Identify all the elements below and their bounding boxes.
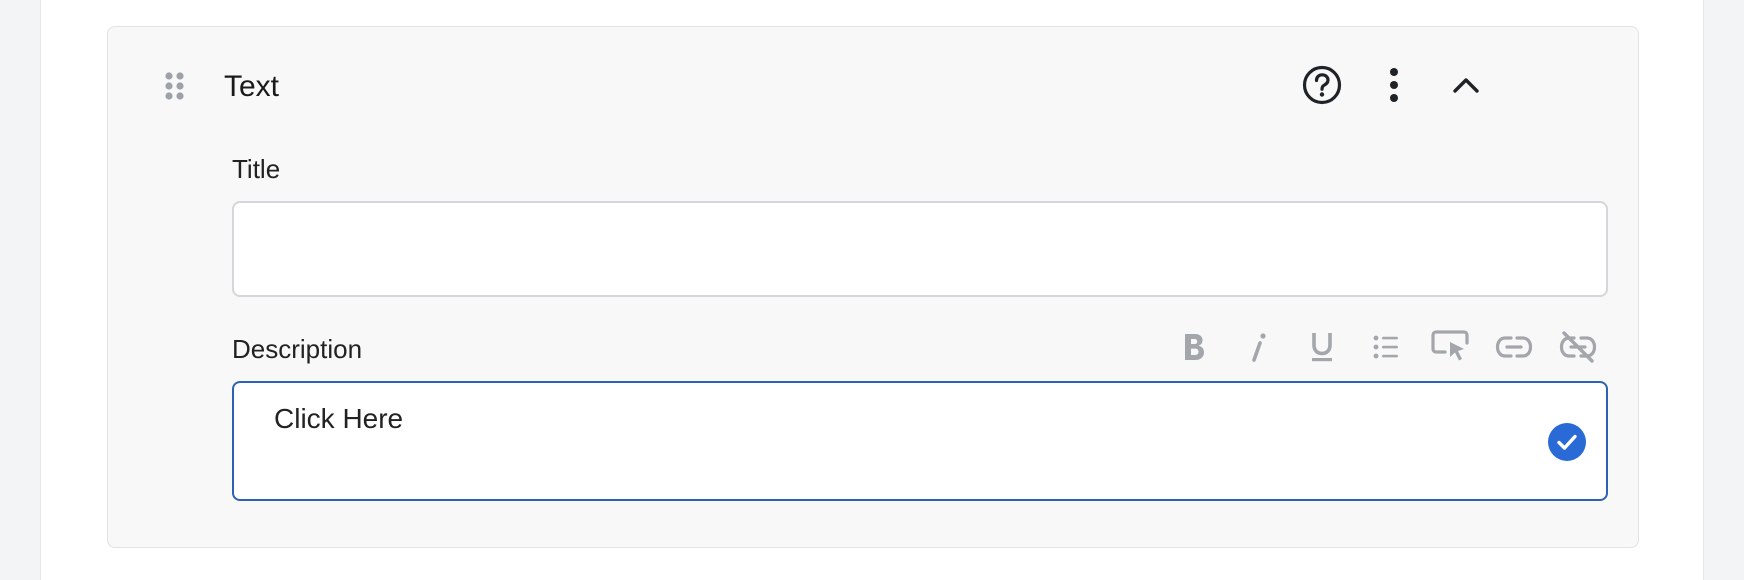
bold-button[interactable] <box>1162 327 1226 371</box>
check-circle-icon <box>1548 423 1586 461</box>
bullet-list-icon <box>1372 333 1400 366</box>
more-vertical-icon <box>1388 67 1400 108</box>
bold-icon <box>1181 331 1207 368</box>
text-block-card: Text Title Description Click Here <box>107 26 1639 548</box>
unlink-icon <box>1558 330 1598 368</box>
cta-button-icon <box>1431 329 1469 369</box>
more-options-button[interactable] <box>1370 63 1418 111</box>
page-content: Text Title Description Click Here <box>40 0 1704 580</box>
chevron-up-icon <box>1452 76 1480 99</box>
italic-icon <box>1248 331 1268 368</box>
drag-handle-icon[interactable] <box>164 71 186 107</box>
description-editor[interactable]: Click Here <box>232 381 1608 501</box>
cta-button-insert[interactable] <box>1418 327 1482 371</box>
underline-button[interactable] <box>1290 327 1354 371</box>
link-icon <box>1495 335 1533 364</box>
description-text[interactable]: Click Here <box>274 401 403 437</box>
help-circle-icon <box>1302 65 1342 110</box>
block-title: Text <box>224 70 280 103</box>
help-button[interactable] <box>1298 63 1346 111</box>
remove-link-button[interactable] <box>1546 327 1610 371</box>
title-input[interactable] <box>232 201 1608 297</box>
insert-link-button[interactable] <box>1482 327 1546 371</box>
underline-icon <box>1309 330 1335 369</box>
bullet-list-button[interactable] <box>1354 327 1418 371</box>
italic-button[interactable] <box>1226 327 1290 371</box>
rich-text-toolbar <box>1162 327 1610 371</box>
collapse-button[interactable] <box>1442 63 1490 111</box>
description-field-label: Description <box>232 334 363 364</box>
title-field-label: Title <box>232 154 281 184</box>
